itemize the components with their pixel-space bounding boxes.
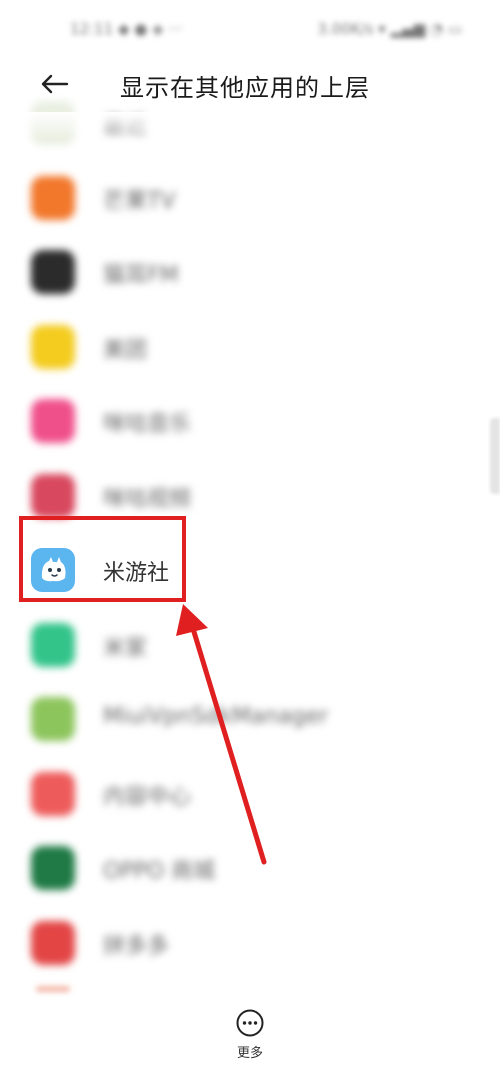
app-name: 米家: [103, 635, 148, 661]
app-icon: [31, 324, 75, 369]
app-name: MiuiVpnSdkManager: [103, 704, 329, 729]
app-name: 芒果TV: [103, 188, 176, 214]
app-name: 美团: [103, 337, 148, 363]
app-name: 咪咕音乐: [103, 412, 192, 437]
more-button[interactable]: 更多: [222, 1008, 278, 1068]
app-row[interactable]: 咪咕音乐: [0, 384, 500, 458]
app-name: 内容中心: [103, 784, 192, 810]
page-title: 显示在其他应用的上层: [120, 74, 370, 102]
app-icon: [31, 622, 75, 667]
app-name: OPPO 商城: [103, 859, 216, 884]
app-icon: [31, 846, 75, 890]
back-button[interactable]: [30, 64, 78, 104]
app-row[interactable]: 内容中心: [0, 757, 500, 831]
header: 显示在其他应用的上层: [0, 56, 500, 112]
app-icon: [31, 473, 75, 518]
app-name: 咪咕视频: [103, 486, 192, 512]
back-arrow-icon: [41, 74, 69, 94]
app-row[interactable]: 猫耳FM: [0, 235, 500, 309]
app-row[interactable]: 拼多多: [0, 906, 500, 980]
app-icon: [31, 697, 75, 741]
app-row[interactable]: 美团: [0, 310, 500, 384]
more-label: 更多: [236, 1046, 263, 1061]
bottom-bar: 更多: [0, 980, 500, 1084]
highlight-box: [19, 516, 186, 602]
app-icon: [31, 175, 75, 220]
scrollbar[interactable]: [490, 418, 500, 494]
app-icon: [31, 399, 75, 443]
app-row[interactable]: 芒果TV: [0, 161, 500, 235]
app-name: 猫耳FM: [103, 263, 179, 288]
app-row[interactable]: MiuiVpnSdkManager: [0, 682, 500, 756]
app-row[interactable]: 米家: [0, 608, 500, 682]
app-icon: [31, 920, 75, 965]
app-name: 拼多多: [103, 933, 170, 959]
top-fade: [0, 112, 500, 140]
app-icon: [31, 250, 75, 294]
more-icon: [236, 1009, 264, 1037]
app-row[interactable]: OPPO 商城: [0, 831, 500, 905]
app-icon: [31, 771, 75, 816]
